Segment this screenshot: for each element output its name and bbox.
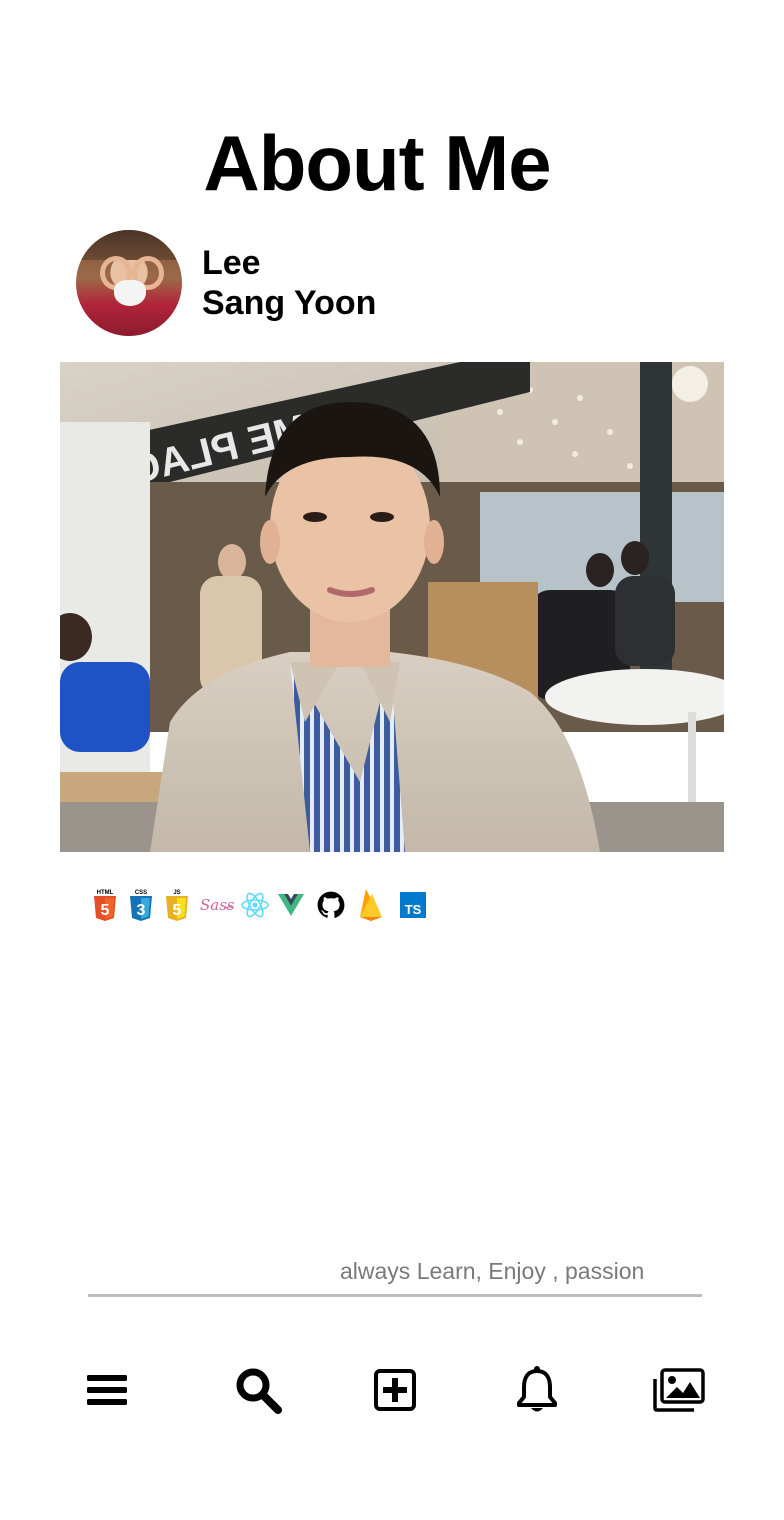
tab-gallery[interactable] xyxy=(648,1360,708,1420)
tab-add[interactable] xyxy=(365,1360,425,1420)
motto-text: always Learn, Enjoy , passion xyxy=(340,1258,645,1284)
svg-text:5: 5 xyxy=(173,902,182,919)
react-icon xyxy=(240,888,270,922)
avatar[interactable] xyxy=(76,230,182,336)
add-square-icon xyxy=(374,1369,416,1411)
bell-icon xyxy=(517,1366,557,1412)
tab-notifications[interactable] xyxy=(507,1360,567,1420)
svg-text:TS: TS xyxy=(405,902,422,917)
typescript-icon: TS xyxy=(398,888,428,922)
hamburger-menu-icon xyxy=(87,1375,127,1405)
svg-text:Sass: Sass xyxy=(200,896,234,914)
skill-icons: HTML 5 CSS 3 JS 5 Sass TS xyxy=(90,884,434,926)
tab-menu[interactable] xyxy=(77,1360,137,1420)
svg-text:CSS: CSS xyxy=(135,890,147,896)
bottom-tab-bar xyxy=(0,1360,784,1420)
html5-icon: HTML 5 xyxy=(90,888,120,922)
profile-name: Lee Sang Yoon xyxy=(202,243,376,323)
svg-text:HTML: HTML xyxy=(97,890,114,896)
profile-photo: OME PLACE xyxy=(60,362,724,852)
tab-search[interactable] xyxy=(228,1360,288,1420)
last-name: Sang Yoon xyxy=(202,284,377,322)
svg-text:5: 5 xyxy=(101,902,110,919)
firebase-icon xyxy=(356,888,386,922)
svg-text:JS: JS xyxy=(173,890,180,896)
vue-icon xyxy=(276,888,306,922)
sass-icon: Sass xyxy=(198,888,234,922)
motto: always Learn, Enjoy , passion xyxy=(88,1256,702,1297)
javascript-icon: JS 5 xyxy=(162,888,192,922)
page-title: About Me xyxy=(203,119,551,207)
images-icon xyxy=(653,1368,705,1412)
about-me-page: About Me Lee Sang Yoon OME PLACE HTML 5 … xyxy=(0,0,784,1520)
github-icon xyxy=(316,888,346,922)
svg-text:3: 3 xyxy=(137,902,146,919)
search-icon xyxy=(236,1368,282,1414)
css3-icon: CSS 3 xyxy=(126,888,156,922)
profile-header: Lee Sang Yoon xyxy=(76,230,376,336)
first-name: Lee xyxy=(202,244,261,282)
